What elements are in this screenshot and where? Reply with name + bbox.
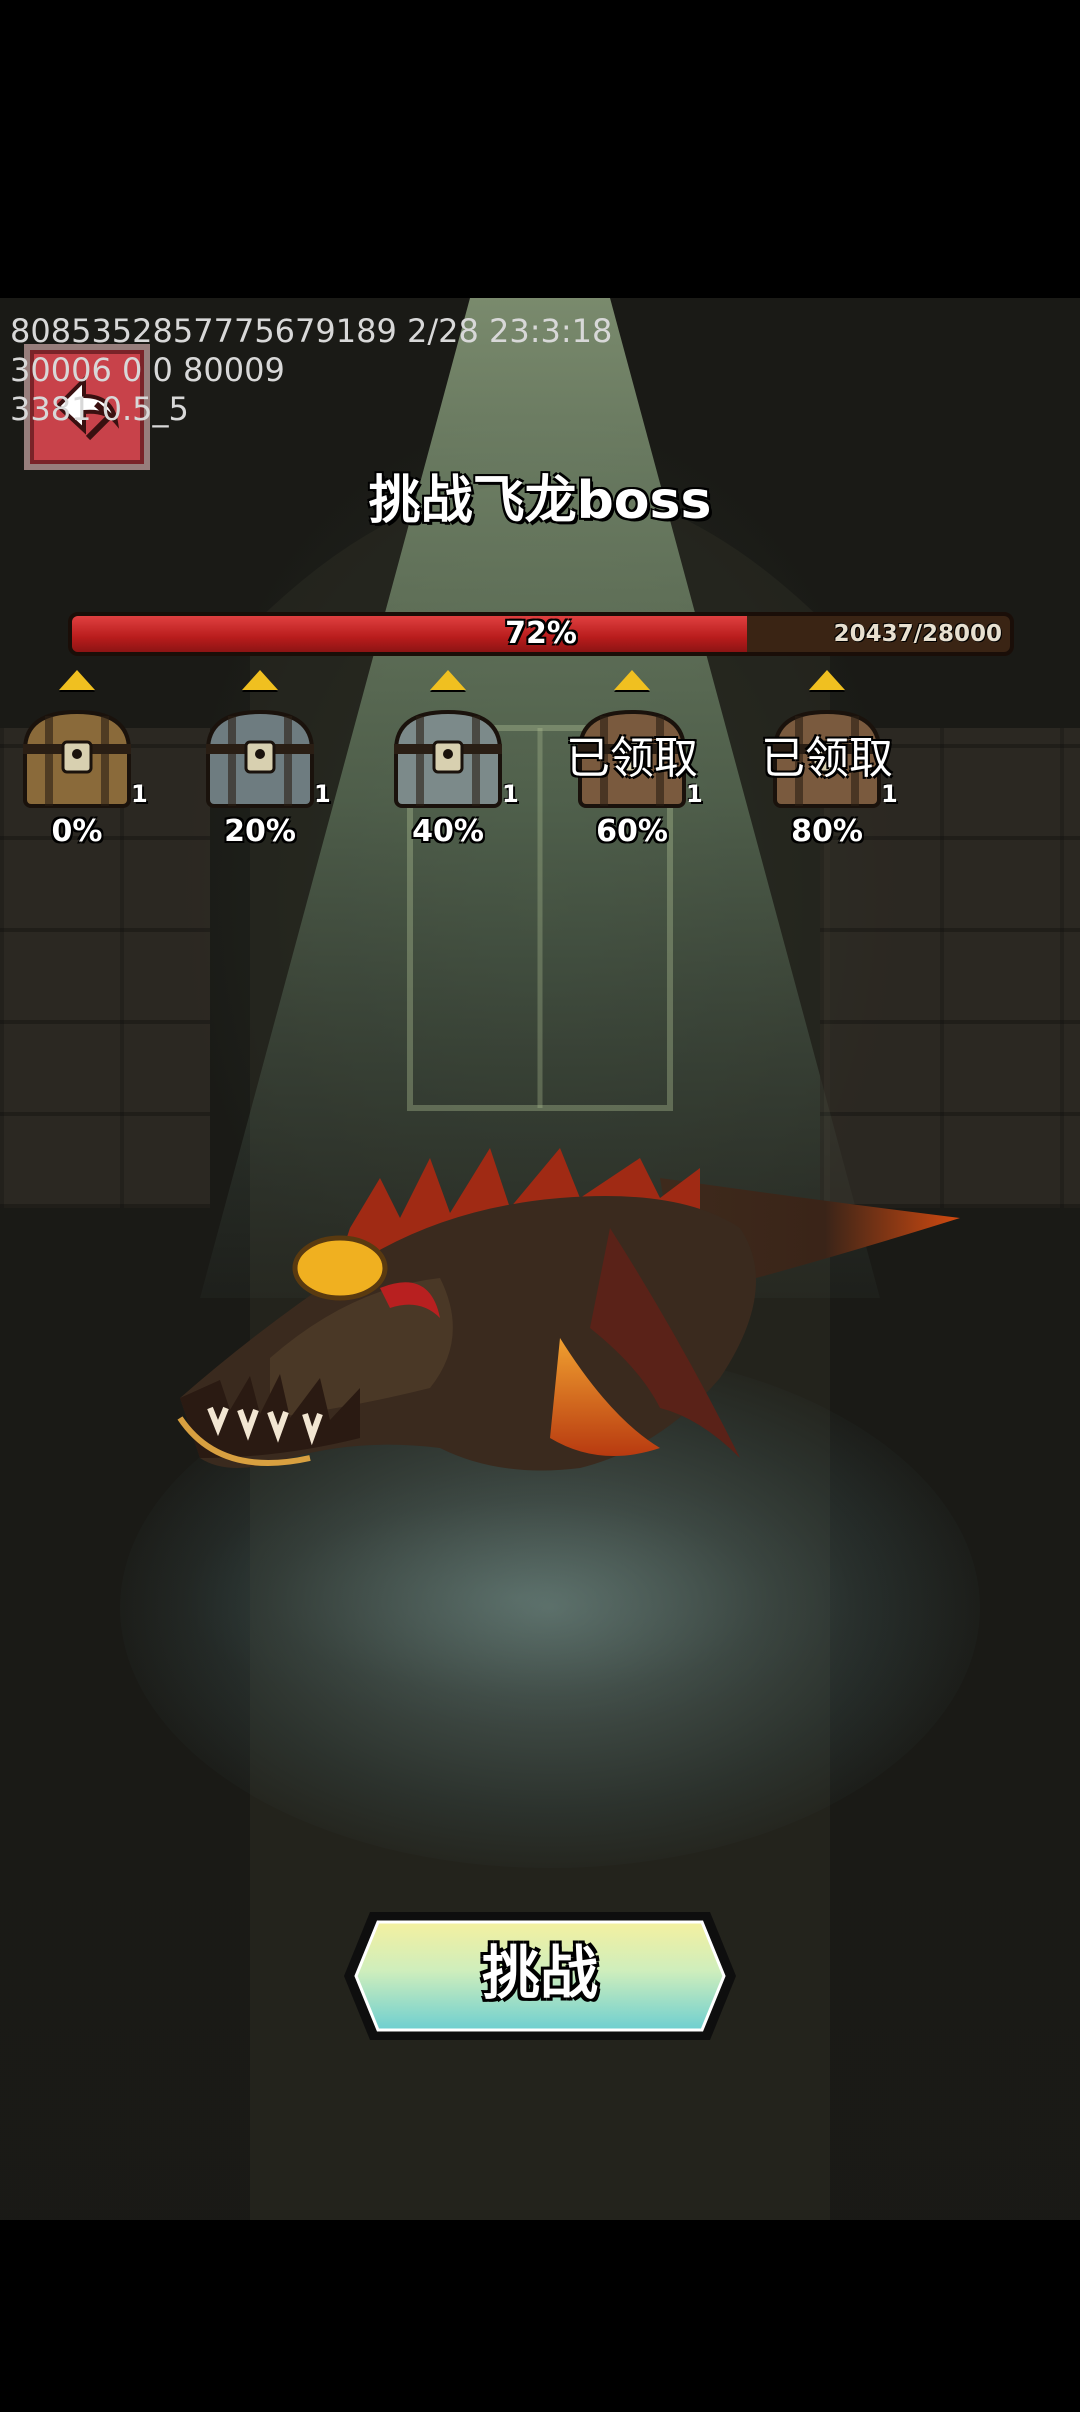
page-title: 挑战飞龙boss <box>368 471 712 531</box>
chest-count: 1 <box>314 780 331 808</box>
reward-milestone[interactable]: 1 已领取 80% <box>737 670 917 870</box>
treasure-chest-icon <box>22 709 132 808</box>
milestone-percent: 60% <box>596 814 668 849</box>
challenge-button[interactable]: 挑战 <box>340 1908 740 2044</box>
chest-count: 1 <box>502 780 519 808</box>
debug-overlay: 8085352857775679189 2/28 23:3:18 30006 0 … <box>10 312 612 429</box>
milestone-marker-icon <box>430 670 466 690</box>
damage-progress-bar: 72% 20437/28000 <box>68 612 1014 656</box>
debug-line: 8085352857775679189 2/28 23:3:18 <box>10 312 613 350</box>
progress-count: 20437/28000 <box>833 621 1002 647</box>
debug-line: 30006 0 0 80009 <box>10 351 285 389</box>
debug-line: 3381 0.5_5 <box>10 390 189 428</box>
chest-count: 1 <box>131 780 148 808</box>
milestone-percent: 40% <box>412 814 484 849</box>
treasure-chest-icon <box>205 709 315 808</box>
reward-milestone[interactable]: 1 已领取 60% <box>542 670 722 870</box>
boss-dragon-image <box>177 1148 960 1471</box>
challenge-label: 挑战 <box>481 1939 598 2007</box>
claimed-label: 已领取 <box>761 733 893 784</box>
treasure-chest-icon <box>393 709 503 808</box>
reward-milestone[interactable]: 1 0% <box>0 670 167 870</box>
milestone-marker-icon <box>242 670 278 690</box>
reward-milestone[interactable]: 1 40% <box>358 670 538 870</box>
milestone-marker-icon <box>809 670 845 690</box>
milestone-percent: 80% <box>791 814 863 849</box>
claimed-label: 已领取 <box>566 733 698 784</box>
milestone-percent: 0% <box>51 814 103 849</box>
milestone-percent: 20% <box>224 814 296 849</box>
reward-milestone[interactable]: 1 20% <box>170 670 350 870</box>
milestone-marker-icon <box>59 670 95 690</box>
milestone-marker-icon <box>614 670 650 690</box>
game-stage: 8085352857775679189 2/28 23:3:18 30006 0 … <box>0 298 1080 2220</box>
